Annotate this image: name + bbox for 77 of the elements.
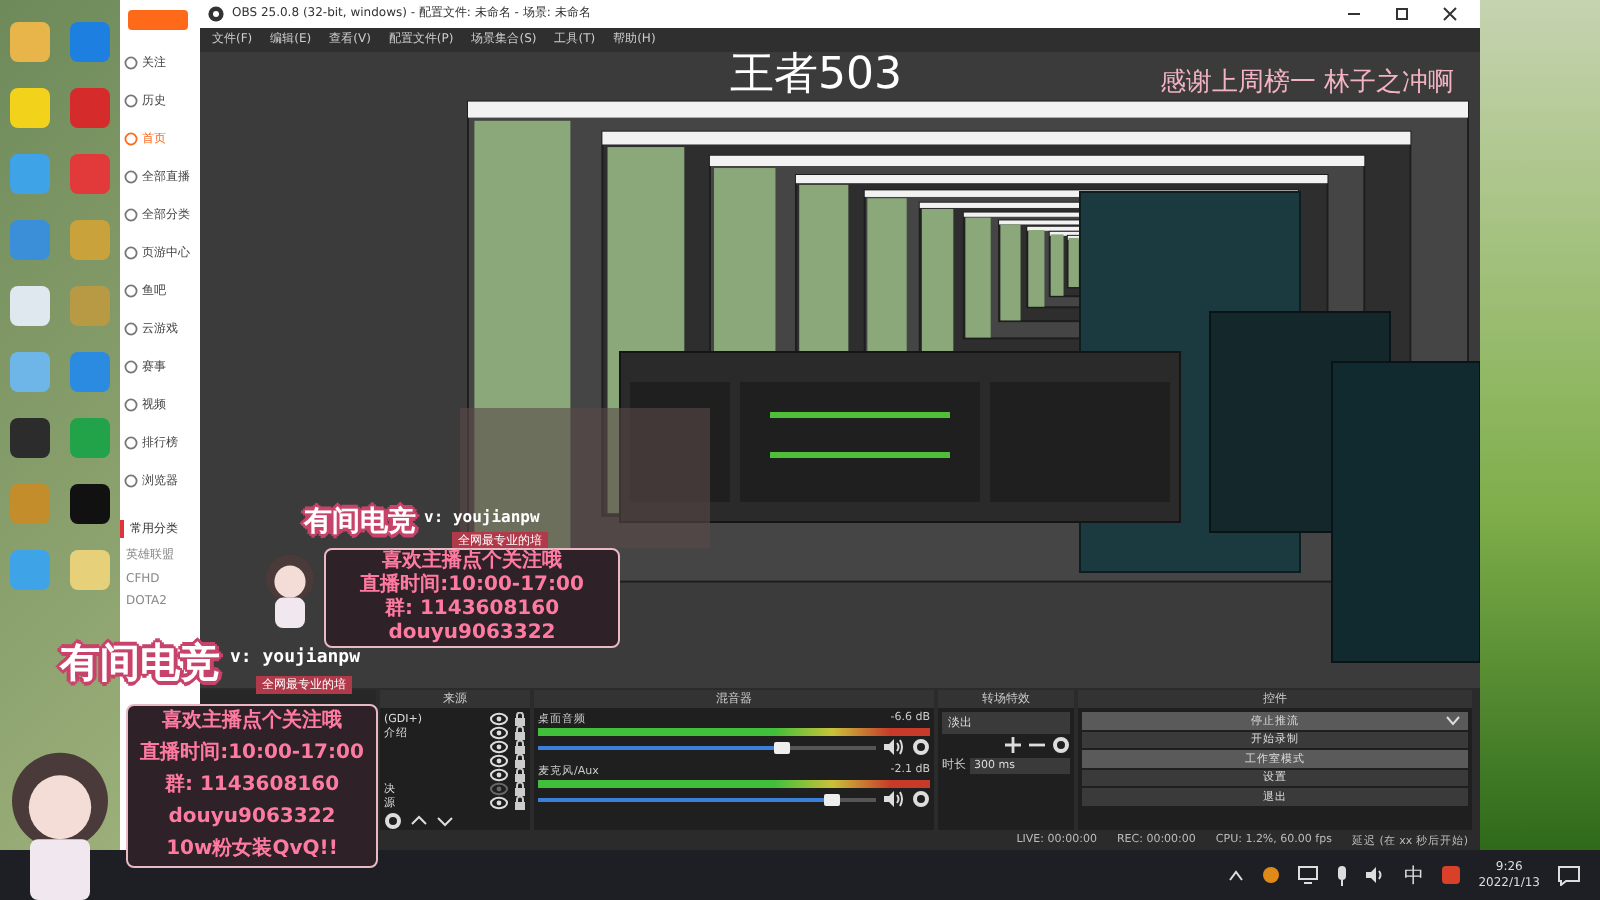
- speaker-icon[interactable]: [884, 790, 904, 809]
- settings-icon[interactable]: [384, 812, 402, 831]
- app-icon: [8, 151, 52, 195]
- lock-icon[interactable]: [514, 768, 526, 783]
- nav-icon: [124, 284, 138, 298]
- app-icon: [8, 349, 52, 393]
- info-text: 直播时间:10:00-17:00: [360, 574, 584, 597]
- add-icon[interactable]: [1004, 736, 1022, 755]
- chevron-down-icon[interactable]: [436, 812, 454, 831]
- nav-icon: [124, 474, 138, 488]
- app-icon: [68, 283, 112, 327]
- channel-logo-text: 有间电竞: [60, 636, 220, 690]
- app-icon: [8, 283, 52, 327]
- thanks-text: 感谢上周榜一 林子之冲啊: [1160, 66, 1455, 100]
- input-method-indicator[interactable]: 中: [1404, 861, 1425, 889]
- settings-icon[interactable]: [1052, 736, 1070, 755]
- close-icon[interactable]: [1440, 3, 1460, 24]
- info-text: 群: 1143608160: [384, 598, 560, 622]
- nav-icon: [124, 360, 138, 374]
- monitor-icon[interactable]: [1298, 866, 1319, 884]
- info-text: 10w粉女装QvQ!!: [166, 835, 338, 864]
- info-text: 直播时间:10:00-17:00: [140, 739, 364, 768]
- nav-icon: [124, 322, 138, 336]
- caret-icon: [1446, 716, 1460, 727]
- app-icon: [8, 481, 52, 525]
- stream-title: 王者503: [730, 48, 902, 104]
- chevron-up-icon[interactable]: [1228, 867, 1245, 883]
- app-tray-icon[interactable]: [1262, 866, 1281, 884]
- app-icon: [8, 217, 52, 261]
- nav-icon: [124, 170, 138, 184]
- info-text: 喜欢主播点个关注哦: [382, 550, 562, 573]
- app-icon: [68, 349, 112, 393]
- lock-icon[interactable]: [514, 740, 526, 755]
- speaker-icon[interactable]: [1366, 866, 1387, 884]
- settings-icon[interactable]: [912, 738, 930, 757]
- channel-logo-text: 有间电竞: [304, 504, 416, 540]
- app-icon: [68, 481, 112, 525]
- nav-icon: [124, 436, 138, 450]
- notification-icon[interactable]: [1558, 865, 1580, 885]
- app-tray-icon[interactable]: [1442, 866, 1461, 884]
- anime-character-drawing: [260, 548, 320, 628]
- lock-icon[interactable]: [514, 726, 526, 741]
- info-text: douyu9063322: [168, 804, 336, 832]
- app-icon: [68, 547, 112, 591]
- app-icon: [8, 547, 52, 591]
- contact-handle: v: youjianpw: [230, 648, 361, 668]
- lock-icon[interactable]: [514, 712, 526, 727]
- info-text: 喜欢主播点个关注哦: [162, 706, 342, 736]
- app-icon: [8, 85, 52, 129]
- maximize-icon[interactable]: [1392, 3, 1412, 24]
- app-icon: [68, 85, 112, 129]
- lock-icon[interactable]: [514, 782, 526, 797]
- nav-icon: [124, 56, 138, 70]
- info-text: 群: 1143608160: [164, 771, 340, 800]
- app-icon: [8, 415, 52, 459]
- slider-thumb[interactable]: [824, 793, 841, 806]
- settings-icon[interactable]: [912, 790, 930, 809]
- obs-logo-icon: [208, 5, 224, 22]
- speaker-icon[interactable]: [884, 738, 904, 757]
- app-icon: [68, 415, 112, 459]
- app-icon: [68, 151, 112, 195]
- volume-slider[interactable]: [538, 745, 876, 750]
- site-logo: [128, 8, 188, 32]
- slider-thumb[interactable]: [773, 741, 790, 754]
- nav-icon: [124, 208, 138, 222]
- app-icon: [8, 19, 52, 63]
- info-text: douyu9063322: [388, 622, 556, 646]
- contact-handle: v: youjianpw: [424, 508, 540, 526]
- nav-icon: [124, 246, 138, 260]
- nav-icon: [124, 94, 138, 108]
- microphone-icon[interactable]: [1336, 865, 1349, 885]
- app-icon: [68, 217, 112, 261]
- nav-icon: [124, 398, 138, 412]
- lock-icon[interactable]: [514, 796, 526, 811]
- lock-icon[interactable]: [514, 754, 526, 769]
- nav-icon: [124, 132, 138, 146]
- app-icon: [68, 19, 112, 63]
